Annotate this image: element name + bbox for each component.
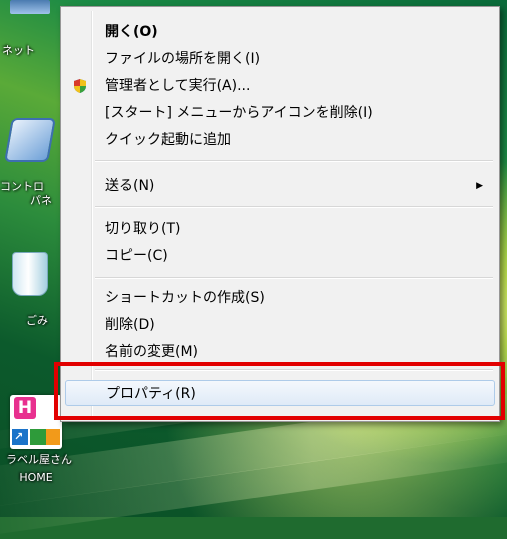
menu-item-delete[interactable]: 削除(D): [65, 312, 495, 338]
menu-item-remove-from-start[interactable]: [スタート] メニューからアイコンを削除(I): [65, 100, 495, 126]
menu-item-create-shortcut[interactable]: ショートカットの作成(S): [65, 285, 495, 311]
menu-separator: [95, 206, 493, 208]
menu-item-open[interactable]: 開く(O): [65, 19, 495, 45]
menu-item-copy[interactable]: コピー(C): [65, 243, 495, 269]
desktop-icon-label: コントロ: [0, 180, 44, 193]
menu-separator: [95, 160, 493, 162]
menu-item-send-to[interactable]: 送る(N) ▶: [65, 173, 495, 199]
network-icon: [10, 0, 50, 14]
menu-item-label: 切り取り(T): [105, 221, 181, 237]
uac-shield-icon: [74, 79, 86, 93]
menu-item-label: ショートカットの作成(S): [105, 290, 265, 306]
menu-item-cut[interactable]: 切り取り(T): [65, 216, 495, 242]
desktop-icon-label: ラベル屋さん: [6, 453, 72, 466]
menu-item-label: 名前の変更(M): [105, 344, 199, 360]
menu-item-label: [スタート] メニューからアイコンを削除(I): [105, 105, 373, 121]
menu-item-label: コピー(C): [105, 248, 168, 264]
menu-item-label: 開く(O): [105, 24, 158, 40]
menu-item-open-file-location[interactable]: ファイルの場所を開く(I): [65, 46, 495, 72]
desktop-icon-label: ごみ: [26, 314, 48, 327]
menu-item-run-as-admin[interactable]: 管理者として実行(A)...: [65, 73, 495, 99]
desktop-icon-label: ネット: [2, 44, 35, 57]
submenu-arrow-icon: ▶: [476, 181, 483, 191]
menu-item-label: 管理者として実行(A)...: [105, 78, 251, 94]
menu-item-add-quick-launch[interactable]: クイック起動に追加: [65, 127, 495, 153]
menu-item-label: クイック起動に追加: [105, 132, 231, 148]
desktop-icon-label: パネ: [30, 194, 52, 207]
context-menu: 開く(O) ファイルの場所を開く(I) 管理者として実行(A)... [スタート…: [60, 6, 500, 422]
menu-item-label: 送る(N): [105, 178, 155, 194]
menu-separator: [95, 277, 493, 279]
control-panel-icon: [4, 118, 56, 162]
recycle-bin-icon: [12, 252, 48, 296]
annotation-highlight-box: [54, 362, 505, 420]
menu-item-label: 削除(D): [105, 317, 155, 333]
desktop-icon-recycle-bin[interactable]: ごみ: [0, 252, 60, 328]
menu-item-label: ファイルの場所を開く(I): [105, 51, 261, 67]
desktop-icon-label: HOME: [19, 471, 53, 484]
desktop-icon-network[interactable]: ネット: [0, 0, 60, 58]
desktop-icon-control-panel[interactable]: コントロ パネ: [0, 118, 60, 208]
